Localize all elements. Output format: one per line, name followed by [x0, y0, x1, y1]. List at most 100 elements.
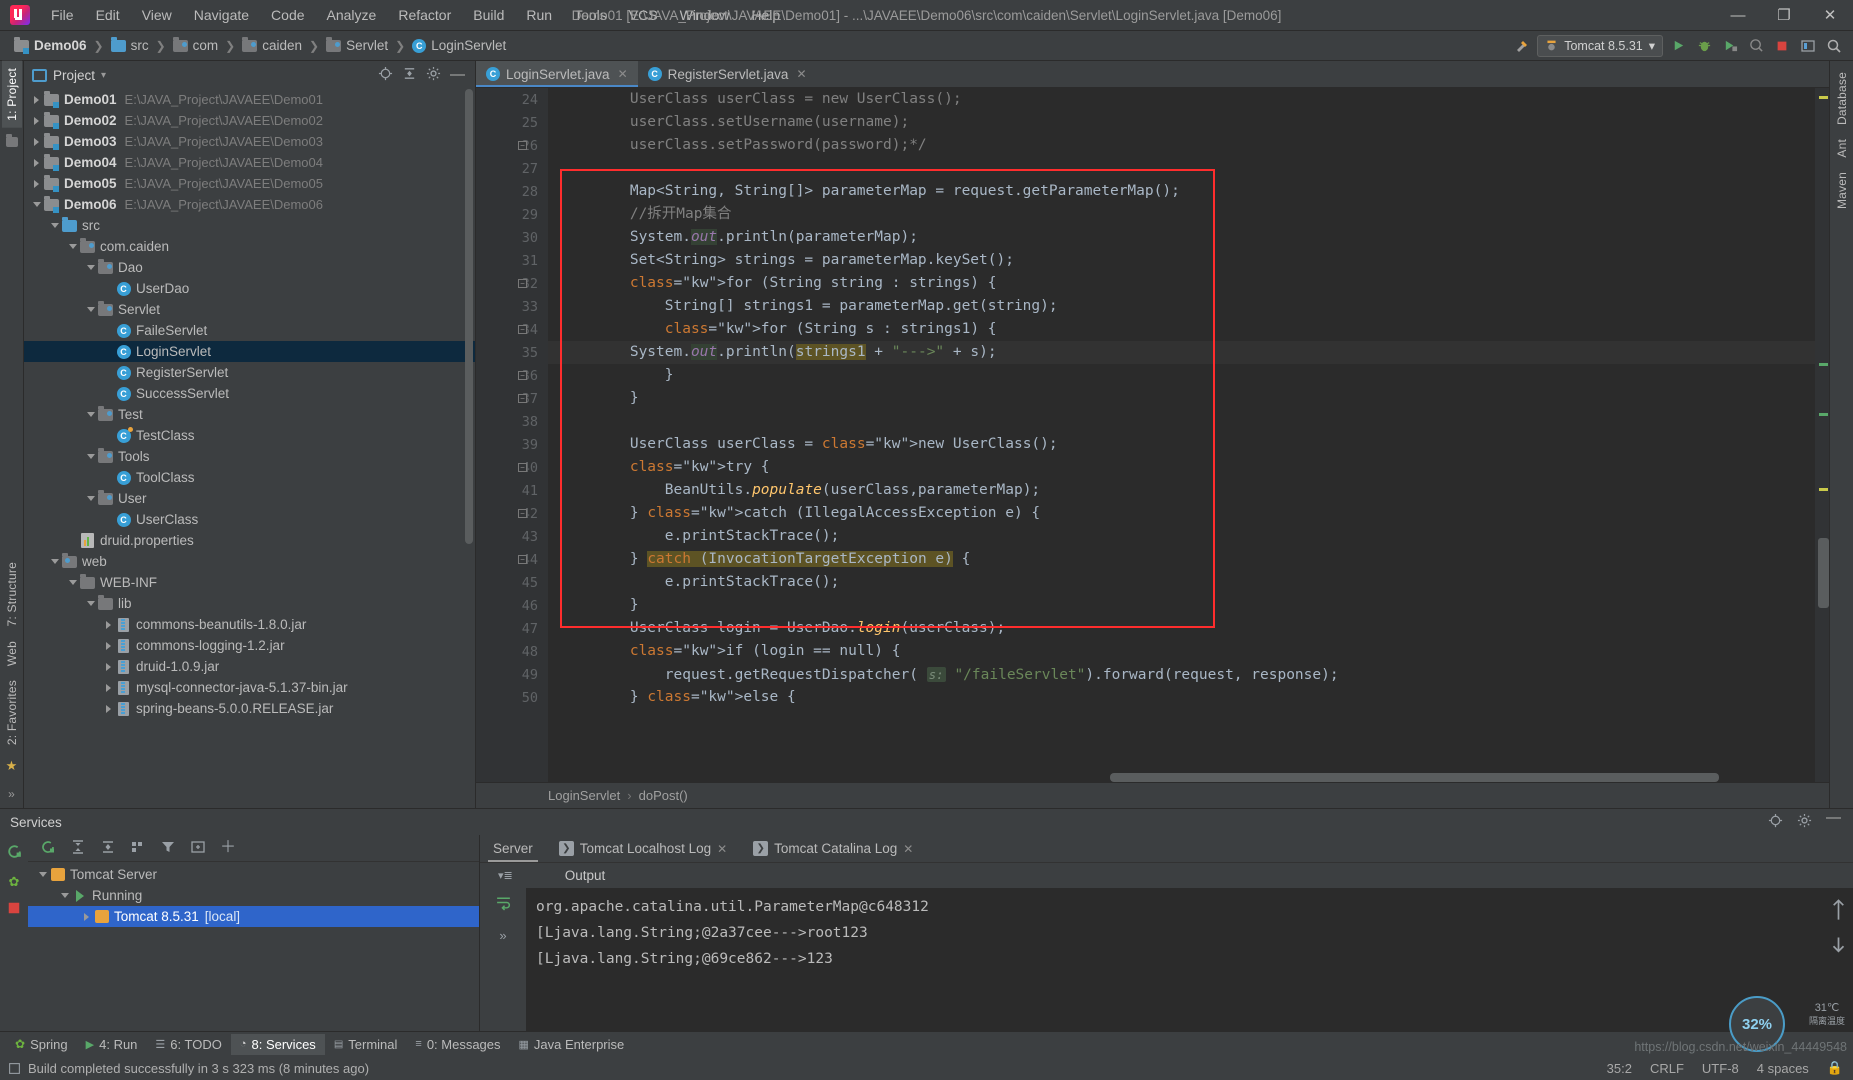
bottom-tab-java-enterprise[interactable]: ▦ Java Enterprise: [510, 1034, 634, 1055]
tree-item-toolclass[interactable]: C ToolClass: [24, 467, 475, 488]
code-line[interactable]: userClass.setPassword(password);*/: [548, 134, 1815, 157]
tree-collapse-arrow-icon[interactable]: [48, 559, 61, 564]
tree-item-test[interactable]: Test: [24, 404, 475, 425]
more-icon[interactable]: »: [499, 928, 506, 943]
gutter-line-number[interactable]: 31: [476, 249, 548, 272]
tree-item-commons-logging-1-2-jar[interactable]: commons-logging-1.2.jar: [24, 635, 475, 656]
bottom-tab-todo[interactable]: ☰ 6: TODO: [146, 1034, 230, 1055]
code-line[interactable]: class="kw">if (login == null) {: [548, 640, 1815, 663]
maximize-button[interactable]: ❐: [1761, 0, 1807, 31]
tree-collapse-arrow-icon[interactable]: [84, 454, 97, 459]
tree-item-demo06[interactable]: Demo06 E:\JAVA_Project\JAVAEE\Demo06: [24, 194, 475, 215]
tree-expand-arrow-icon[interactable]: [102, 704, 115, 713]
gutter-line-number[interactable]: 28: [476, 180, 548, 203]
close-icon[interactable]: ✕: [903, 842, 913, 856]
tree-expand-arrow-icon[interactable]: [102, 620, 115, 629]
gutter-line-number[interactable]: 35: [476, 341, 548, 364]
editor-marker-bar[interactable]: [1815, 88, 1829, 782]
menu-vcs[interactable]: VCS: [618, 3, 669, 27]
fold-marker-icon[interactable]: −: [518, 279, 527, 288]
run-configuration-selector[interactable]: Tomcat 8.5.31 ▾: [1537, 34, 1663, 57]
encoding-indicator[interactable]: UTF-8: [1702, 1061, 1739, 1076]
group-by-icon[interactable]: [130, 839, 146, 858]
spring-icon[interactable]: ✿: [9, 874, 20, 890]
gutter-line-number[interactable]: 37: [476, 387, 548, 410]
run-with-coverage-icon[interactable]: [1719, 35, 1741, 57]
code-line[interactable]: userClass.setUsername(username);: [548, 111, 1815, 134]
code-line[interactable]: } class="kw">else {: [548, 686, 1815, 709]
code-line[interactable]: } class="kw">catch (IllegalAccessExcepti…: [548, 502, 1815, 525]
menu-tools[interactable]: Tools: [563, 3, 618, 27]
profiler-icon[interactable]: [1745, 35, 1767, 57]
breadcrumb-item-loginservlet[interactable]: C LoginServlet: [408, 36, 510, 55]
sidebar-tab-maven[interactable]: Maven: [1832, 165, 1852, 216]
code-line[interactable]: class="kw">for (String s : strings1) {: [548, 318, 1815, 341]
tree-item-druid-properties[interactable]: druid.properties: [24, 530, 475, 551]
tree-item-demo05[interactable]: Demo05 E:\JAVA_Project\JAVAEE\Demo05: [24, 173, 475, 194]
services-tree-item-running[interactable]: Running: [28, 885, 479, 906]
gutter-line-number[interactable]: 50: [476, 686, 548, 709]
close-button[interactable]: ✕: [1807, 0, 1853, 31]
tree-item-lib[interactable]: lib: [24, 593, 475, 614]
close-icon[interactable]: ✕: [717, 842, 727, 856]
tab-registerservlet-java[interactable]: C RegisterServlet.java ✕: [638, 61, 817, 87]
tree-collapse-arrow-icon[interactable]: [84, 601, 97, 606]
breadcrumb-item-caiden[interactable]: caiden: [238, 36, 306, 55]
filter-icon[interactable]: [160, 839, 176, 858]
gutter-line-number[interactable]: 34: [476, 318, 548, 341]
gutter-line-number[interactable]: 46: [476, 594, 548, 617]
scroll-down-icon[interactable]: [1831, 935, 1846, 958]
build-hammer-icon[interactable]: [1511, 35, 1533, 57]
add-tab-icon[interactable]: [190, 839, 206, 858]
code-line[interactable]: e.printStackTrace();: [548, 525, 1815, 548]
code-line[interactable]: [548, 157, 1815, 180]
services-tree-item-tomcat-server[interactable]: Tomcat Server: [28, 864, 479, 885]
breadcrumb-item-com[interactable]: com: [169, 36, 223, 55]
debug-icon[interactable]: [1693, 35, 1715, 57]
fold-marker-icon[interactable]: −: [518, 371, 527, 380]
gutter-line-number[interactable]: 45: [476, 571, 548, 594]
tree-collapse-arrow-icon[interactable]: [84, 307, 97, 312]
tree-item-web-inf[interactable]: WEB-INF: [24, 572, 475, 593]
menu-analyze[interactable]: Analyze: [316, 3, 388, 27]
sidebar-tab-database[interactable]: Database: [1832, 65, 1852, 132]
gutter-line-number[interactable]: 41: [476, 479, 548, 502]
fold-marker-icon[interactable]: −: [518, 394, 527, 403]
services-tree[interactable]: Tomcat Server Running Tomcat 8.5.31 [local]: [28, 862, 479, 1031]
stop-icon[interactable]: [7, 901, 21, 918]
tree-item-commons-beanutils-1-8-0-jar[interactable]: commons-beanutils-1.8.0.jar: [24, 614, 475, 635]
fold-marker-icon[interactable]: −: [518, 325, 527, 334]
tree-item-testclass[interactable]: C TestClass: [24, 425, 475, 446]
gutter-line-number[interactable]: 26: [476, 134, 548, 157]
code-line[interactable]: Map<String, String[]> parameterMap = req…: [548, 180, 1815, 203]
code-line[interactable]: UserClass userClass = class="kw">new Use…: [548, 433, 1815, 456]
tree-item-demo03[interactable]: Demo03 E:\JAVA_Project\JAVAEE\Demo03: [24, 131, 475, 152]
chevron-down-icon[interactable]: ▾: [101, 70, 106, 81]
scroll-from-source-icon[interactable]: [378, 66, 393, 84]
code-line[interactable]: System.out.println(parameterMap);: [548, 226, 1815, 249]
console-text[interactable]: org.apache.catalina.util.ParameterMap@c6…: [526, 888, 1823, 1031]
hide-icon[interactable]: —: [450, 67, 465, 82]
code-line[interactable]: request.getRequestDispatcher( s: "/faile…: [548, 663, 1815, 686]
tree-item-dao[interactable]: Dao: [24, 257, 475, 278]
fold-marker-icon[interactable]: −: [518, 555, 527, 564]
caret-position[interactable]: 35:2: [1607, 1061, 1632, 1076]
tree-item-tools[interactable]: Tools: [24, 446, 475, 467]
tree-item-demo04[interactable]: Demo04 E:\JAVA_Project\JAVAEE\Demo04: [24, 152, 475, 173]
tab-tomcat-catalina-log[interactable]: ❯ Tomcat Catalina Log ✕: [740, 835, 926, 862]
code-line[interactable]: UserClass userClass = new UserClass();: [548, 88, 1815, 111]
tab-tomcat-localhost-log[interactable]: ❯ Tomcat Localhost Log ✕: [546, 835, 740, 862]
tree-item-userclass[interactable]: C UserClass: [24, 509, 475, 530]
bottom-tab-services[interactable]: ◔ 8: Services: [230, 1033, 325, 1055]
star-icon[interactable]: ★: [4, 758, 20, 774]
hide-icon[interactable]: —: [1826, 810, 1841, 831]
expand-all-icon[interactable]: [70, 839, 86, 858]
breadcrumb-item-demo06[interactable]: Demo06: [10, 36, 91, 55]
tree-collapse-arrow-icon[interactable]: [66, 580, 79, 585]
editor-horizontal-scrollbar[interactable]: [620, 773, 1799, 782]
tree-collapse-arrow-icon[interactable]: [84, 496, 97, 501]
code-text-area[interactable]: UserClass userClass = new UserClass(); u…: [548, 88, 1815, 782]
tree-item-mysql-connector-java-5-1-37-bin-jar[interactable]: mysql-connector-java-5.1.37-bin.jar: [24, 677, 475, 698]
menu-file[interactable]: File: [40, 3, 85, 27]
indent-indicator[interactable]: 4 spaces: [1757, 1061, 1809, 1076]
